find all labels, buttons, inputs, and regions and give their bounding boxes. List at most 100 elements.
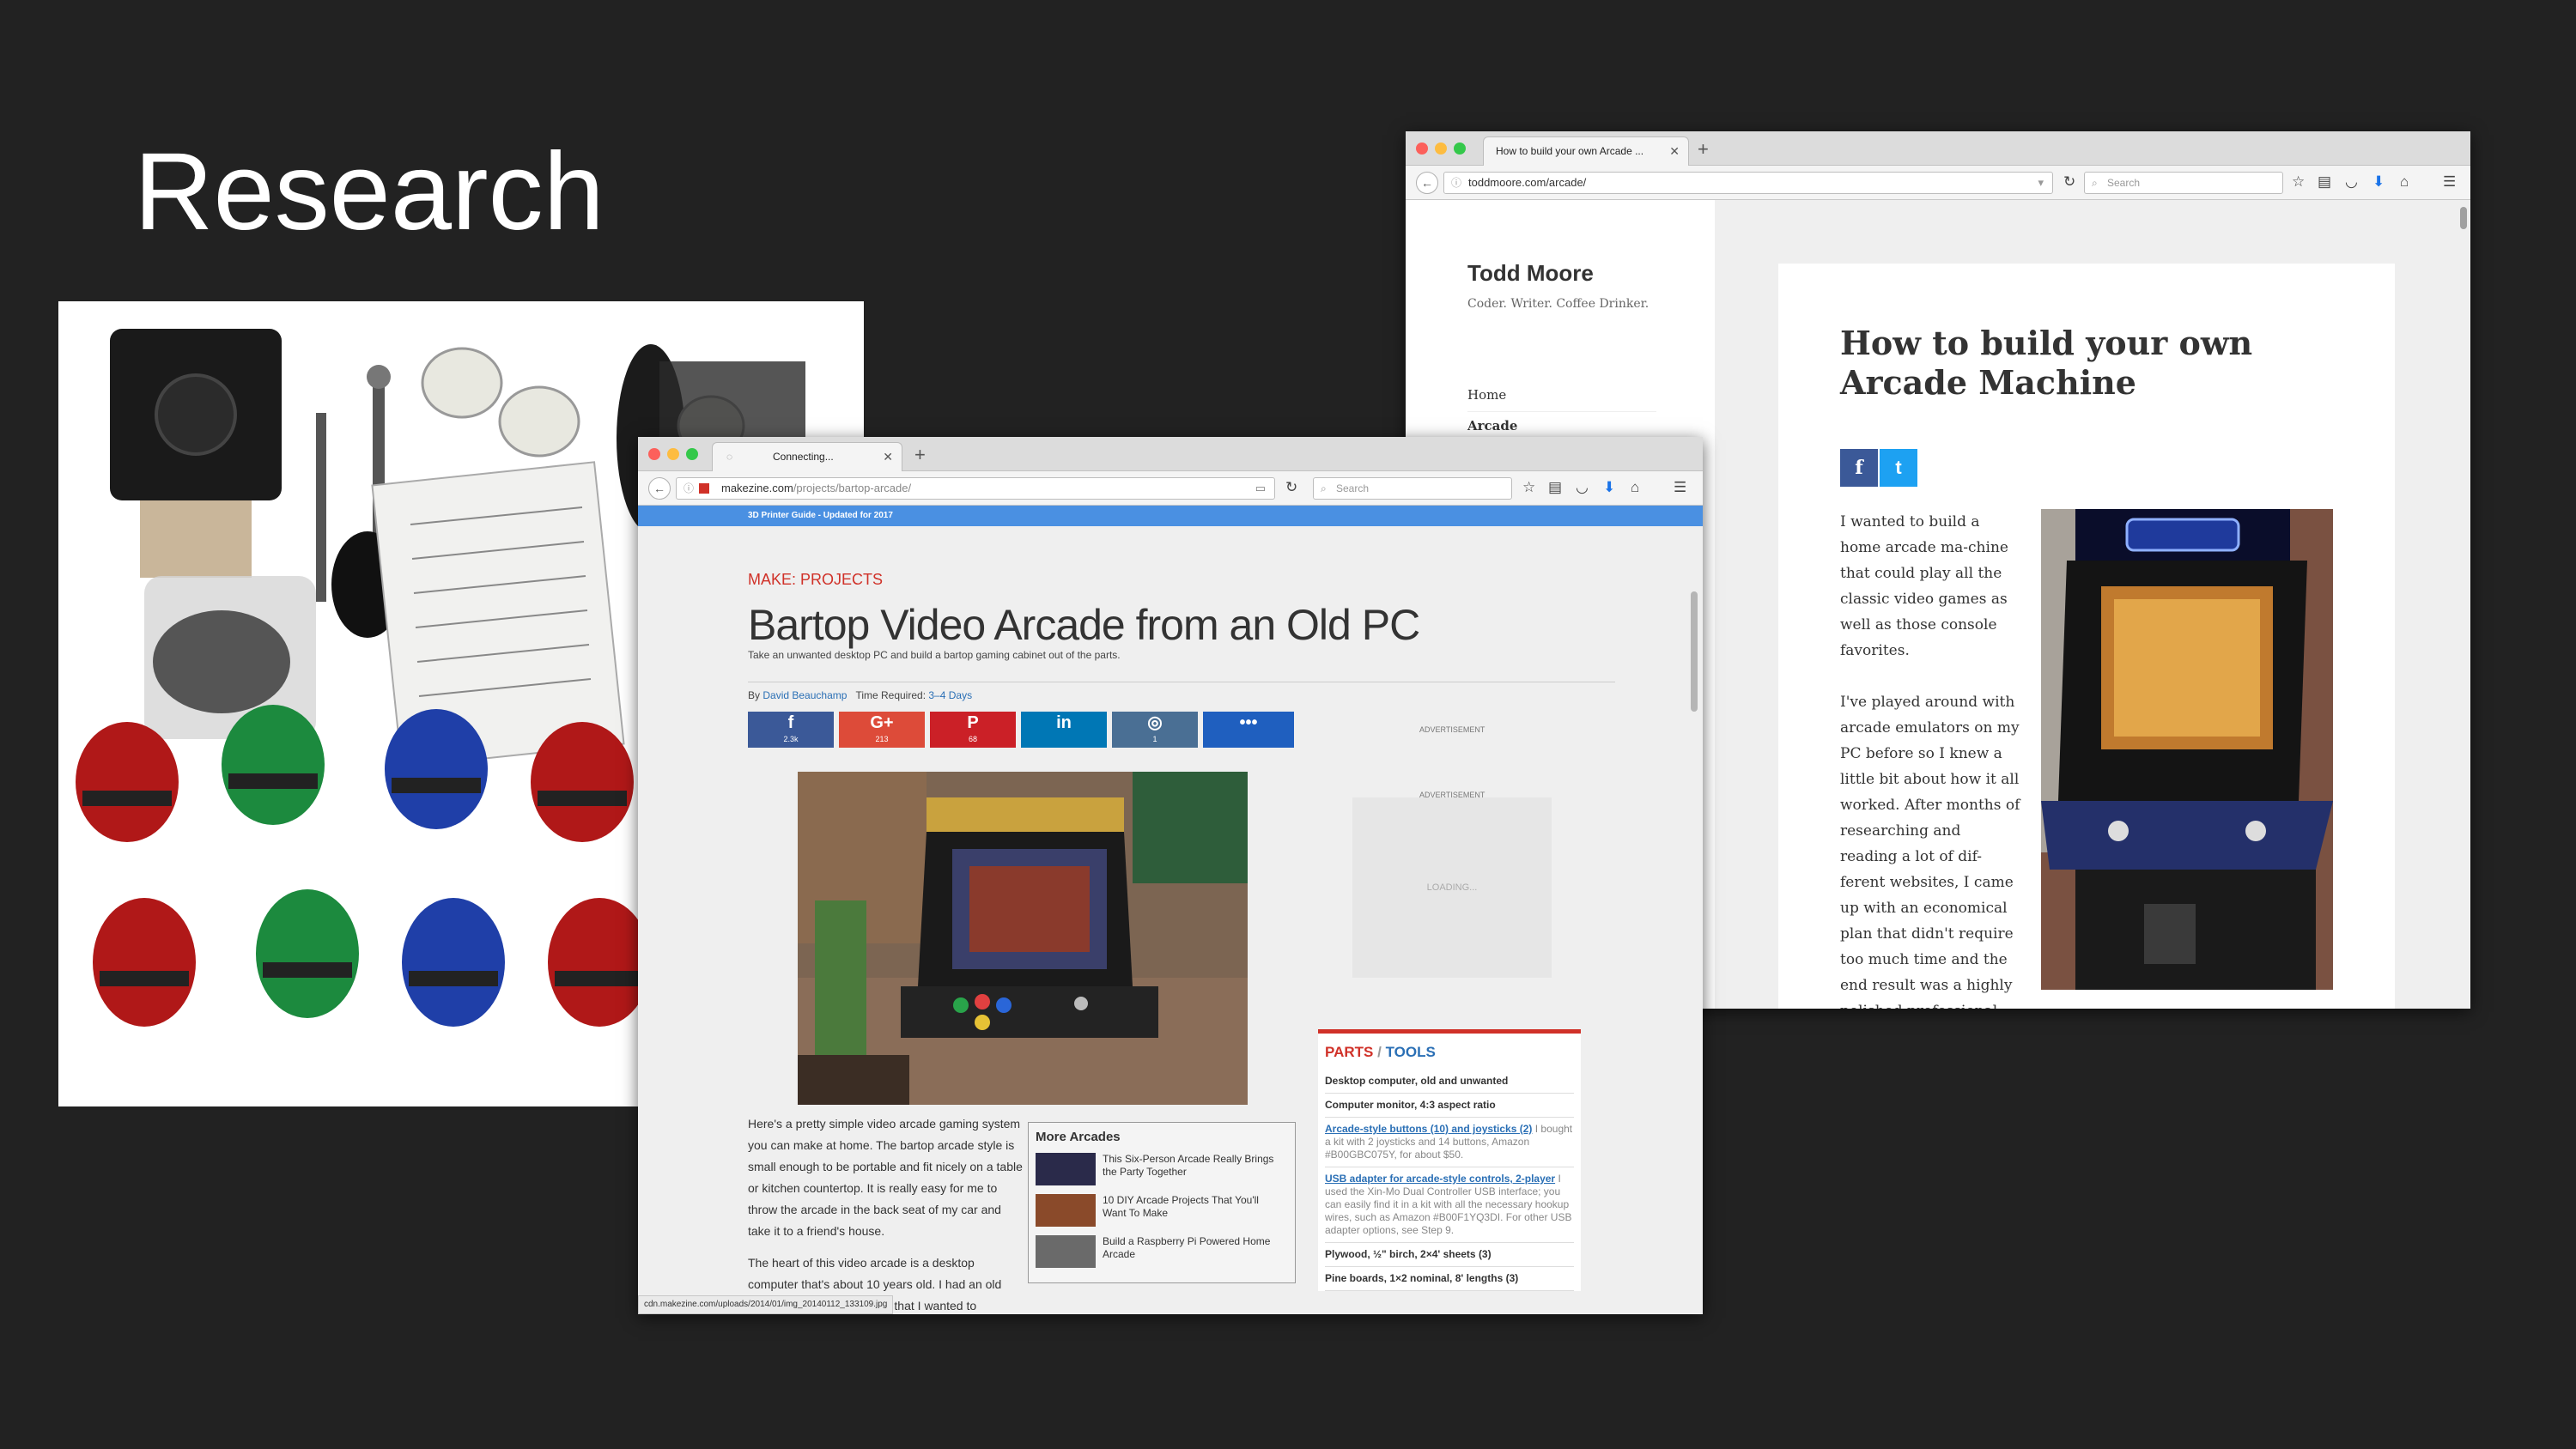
zoom-window-button[interactable]	[686, 448, 698, 460]
related-link[interactable]: 10 DIY Arcade Projects That You'll Want …	[1103, 1194, 1283, 1220]
part-link[interactable]: USB adapter for arcade-style controls, 2…	[1325, 1173, 1555, 1185]
share-count: 213	[875, 735, 889, 743]
reload-icon[interactable]: ↻	[2063, 173, 2075, 191]
list-item[interactable]: 10 DIY Arcade Projects That You'll Want …	[1036, 1192, 1288, 1234]
slide-title: Research	[134, 130, 605, 253]
url-text: toddmoore.com/arcade/	[1468, 176, 1587, 189]
close-window-button[interactable]	[648, 448, 660, 460]
bartop-arcade-photo	[798, 772, 1248, 1105]
reading-list-icon[interactable]: ▤	[2318, 173, 2331, 191]
part-item: USB adapter for arcade-style controls, 2…	[1325, 1167, 1574, 1243]
scrollbar[interactable]	[1691, 591, 1698, 712]
part-item: Arcade-style buttons (10) and joysticks …	[1325, 1118, 1574, 1167]
minimize-window-button[interactable]	[1435, 142, 1447, 155]
tab-bar: How to build your own Arcade ... ✕ +	[1406, 131, 2470, 166]
home-icon[interactable]: ⌂	[2400, 173, 2409, 191]
url-path: /projects/bartop-arcade/	[793, 482, 912, 494]
ad-label: ADVERTISEMENT	[1419, 725, 1485, 734]
thumbnail	[1036, 1235, 1096, 1268]
menu-icon[interactable]: ☰	[1674, 479, 1686, 496]
part-name: Pine boards, 1×2 nominal, 8' lengths (3)	[1325, 1272, 1519, 1284]
back-button[interactable]: ←	[648, 477, 671, 500]
tab-title: Connecting...	[773, 451, 834, 463]
more-dots-icon: •••	[1239, 713, 1258, 732]
article-paragraph: I wanted to build a home arcade ma-chine…	[1840, 513, 2008, 659]
list-item[interactable]: This Six-Person Arcade Really Brings the…	[1036, 1151, 1288, 1192]
dropdown-icon[interactable]: ▾	[2038, 173, 2044, 193]
search-icon: ⌕	[2092, 177, 2098, 189]
article-paragraph: Here's a pretty simple video arcade gami…	[748, 1117, 1023, 1238]
url-bar[interactable]: ⓘ makezine.com/projects/bartop-arcade/ ▭	[676, 477, 1275, 500]
arcade-cabinet-photo	[2041, 509, 2333, 990]
close-tab-icon[interactable]: ✕	[883, 443, 893, 470]
ad-placeholder: LOADING...	[1352, 797, 1552, 978]
download-icon[interactable]: ⬇	[1603, 479, 1615, 496]
googleplus-share-button[interactable]: G+ 213	[839, 712, 925, 748]
menu-icon[interactable]: ☰	[2443, 173, 2456, 191]
twitter-share-button[interactable]: t	[1880, 449, 1917, 487]
parts-tab[interactable]: PARTS	[1325, 1044, 1373, 1060]
related-link[interactable]: Build a Raspberry Pi Powered Home Arcade	[1103, 1235, 1283, 1261]
tab-bar: ◌ Connecting... ✕ +	[638, 437, 1703, 471]
part-item: Pine boards, 1×2 nominal, 8' lengths (3)	[1325, 1267, 1574, 1291]
reddit-icon: ◎	[1147, 713, 1163, 732]
minimize-window-button[interactable]	[667, 448, 679, 460]
facebook-share-button[interactable]: f	[1840, 449, 1878, 487]
home-icon[interactable]: ⌂	[1631, 479, 1639, 496]
reddit-share-button[interactable]: ◎ 1	[1112, 712, 1198, 748]
facebook-share-button[interactable]: f 2.3k	[748, 712, 834, 748]
share-count: 68	[968, 735, 977, 743]
back-button[interactable]: ←	[1416, 172, 1438, 194]
new-tab-button[interactable]: +	[914, 444, 926, 466]
part-link[interactable]: Arcade-style buttons (10) and joysticks …	[1325, 1123, 1532, 1135]
more-arcades-box: More Arcades This Six-Person Arcade Real…	[1028, 1122, 1296, 1283]
article-subtitle: Take an unwanted desktop PC and build a …	[748, 649, 1121, 661]
article-title: Bartop Video Arcade from an Old PC	[748, 601, 1420, 649]
time-value[interactable]: 3–4 Days	[928, 689, 972, 701]
byline-by: By	[748, 689, 761, 701]
linkedin-share-button[interactable]: in	[1021, 712, 1107, 748]
loading-spinner-icon: ◌	[726, 451, 733, 463]
tab-make-article[interactable]: ◌ Connecting... ✕	[712, 442, 902, 471]
bookmark-star-icon[interactable]: ☆	[1522, 479, 1535, 496]
close-window-button[interactable]	[1416, 142, 1428, 155]
author-link[interactable]: David Beauchamp	[762, 689, 847, 701]
part-name: Computer monitor, 4:3 aspect ratio	[1325, 1099, 1496, 1111]
reload-icon[interactable]: ↻	[1285, 479, 1297, 496]
reader-view-icon[interactable]: ▭	[1255, 478, 1266, 499]
section-kicker[interactable]: MAKE: PROJECTS	[748, 571, 883, 589]
tools-tab[interactable]: TOOLS	[1386, 1044, 1436, 1060]
search-placeholder: Search	[1336, 482, 1370, 494]
tab-todd-article[interactable]: How to build your own Arcade ... ✕	[1483, 136, 1689, 166]
site-favicon-icon	[699, 483, 709, 494]
share-count: 1	[1152, 735, 1157, 743]
thumbnail	[1036, 1153, 1096, 1185]
more-share-button[interactable]: •••	[1203, 712, 1294, 748]
separator: /	[1377, 1044, 1382, 1060]
article-body: Here's a pretty simple video arcade gami…	[748, 1113, 1023, 1314]
pinterest-share-button[interactable]: P 68	[930, 712, 1016, 748]
search-input[interactable]: ⌕ Search	[2084, 172, 2283, 194]
site-title[interactable]: Todd Moore	[1467, 260, 1594, 287]
search-input[interactable]: ⌕ Search	[1313, 477, 1512, 500]
pocket-icon[interactable]: ◡	[1576, 479, 1589, 496]
reading-list-icon[interactable]: ▤	[1548, 479, 1562, 496]
promo-bar[interactable]: 3D Printer Guide - Updated for 2017	[638, 506, 1703, 526]
parts-tools-heading: PARTS / TOOLS	[1325, 1044, 1574, 1061]
facebook-icon: f	[787, 713, 794, 732]
url-bar[interactable]: ⓘ toddmoore.com/arcade/ ▾	[1443, 172, 2053, 194]
tab-title: How to build your own Arcade ...	[1496, 145, 1644, 157]
bookmark-star-icon[interactable]: ☆	[2292, 173, 2305, 191]
status-bar: cdn.makezine.com/uploads/2014/01/img_201…	[638, 1295, 894, 1314]
close-tab-icon[interactable]: ✕	[1669, 137, 1680, 165]
pocket-icon[interactable]: ◡	[2345, 173, 2358, 191]
nav-link-home[interactable]: Home	[1467, 387, 1656, 412]
list-item[interactable]: Build a Raspberry Pi Powered Home Arcade	[1036, 1234, 1288, 1275]
zoom-window-button[interactable]	[1454, 142, 1466, 155]
part-name: Desktop computer, old and unwanted	[1325, 1075, 1509, 1087]
related-link[interactable]: This Six-Person Arcade Really Brings the…	[1103, 1153, 1283, 1179]
scrollbar[interactable]	[2460, 207, 2467, 229]
search-icon: ⌕	[1321, 482, 1327, 494]
download-icon[interactable]: ⬇	[2372, 173, 2385, 191]
new-tab-button[interactable]: +	[1698, 138, 1709, 161]
